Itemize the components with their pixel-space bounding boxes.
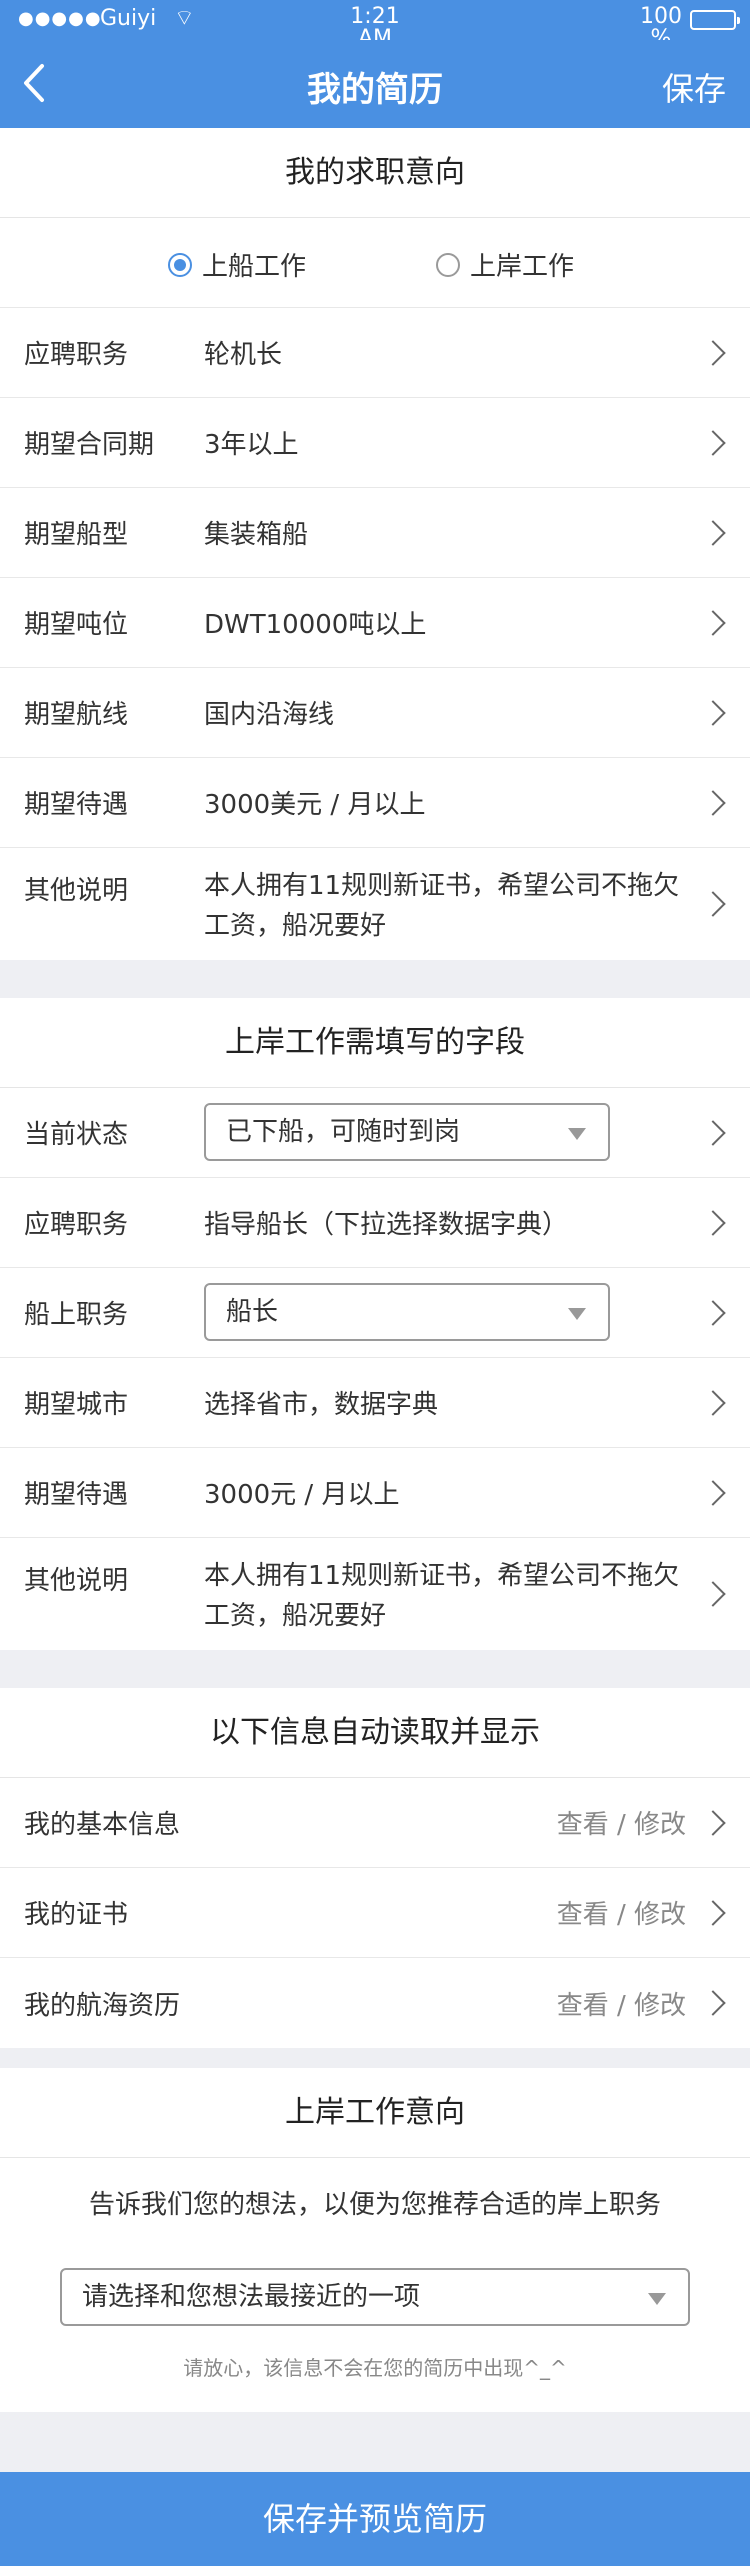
row-basic-info[interactable]: 我的基本信息 查看 / 修改: [0, 1778, 750, 1868]
row-label: 我的航海资历: [24, 1990, 181, 2021]
row-value: 3000元 / 月以上: [204, 1480, 400, 1510]
save-and-preview-button[interactable]: 保存并预览简历: [0, 2472, 750, 2566]
row-label: 当前状态: [24, 1120, 129, 1150]
row-shore-other-notes[interactable]: 其他说明 本人拥有11规则新证书，希望公司不拖欠工资，船况要好: [0, 1538, 750, 1650]
chevron-right-icon: [700, 1990, 726, 2016]
carrier-name: Guiyi: [100, 6, 157, 31]
privacy-note: 请放心，该信息不会在您的简历中出现^_^: [183, 2356, 567, 2380]
radio-checked-icon: [168, 252, 192, 277]
row-value: 本人拥有11规则新证书，希望公司不拖欠工资，船况要好: [204, 871, 680, 941]
select-placeholder: 请选择和您想法最接近的一项: [82, 2282, 421, 2312]
row-value: 本人拥有11规则新证书，希望公司不拖欠工资，船况要好: [204, 1561, 680, 1631]
ship-role-select[interactable]: 船长: [204, 1283, 610, 1341]
select-value: 已下船，可随时到岗: [226, 1117, 461, 1147]
status-bar: ●●●●● Guiyi ⌔ 1:21 AM 100 %: [0, 0, 750, 50]
chevron-right-icon: [700, 1479, 726, 1506]
row-other-notes[interactable]: 其他说明 本人拥有11规则新证书，希望公司不拖欠工资，船况要好: [0, 848, 750, 960]
wifi-icon: ⌔: [174, 6, 195, 31]
row-value: 3年以上: [204, 430, 299, 460]
chevron-right-icon: [700, 891, 726, 917]
row-label: 期望吨位: [24, 610, 129, 640]
work-type-radio-group: 上船工作 上岸工作: [0, 218, 750, 308]
row-ship-role[interactable]: 船上职务 船长: [0, 1268, 750, 1358]
chevron-right-icon: [700, 1389, 726, 1416]
row-salary[interactable]: 期望待遇 3000美元 / 月以上: [0, 758, 750, 848]
row-value: DWT10000吨以上: [204, 610, 427, 640]
row-label: 其他说明: [24, 1566, 129, 1596]
row-shore-salary[interactable]: 期望待遇 3000元 / 月以上: [0, 1448, 750, 1538]
shore-fields-section: 上岸工作需填写的字段 当前状态 已下船，可随时到岗 应聘职务 指导船长（下拉选择…: [0, 998, 750, 1650]
row-certificates[interactable]: 我的证书 查看 / 修改: [0, 1868, 750, 1958]
job-intent-title: 我的求职意向: [0, 128, 750, 218]
row-expected-city[interactable]: 期望城市 选择省市，数据字典: [0, 1358, 750, 1448]
row-current-status[interactable]: 当前状态 已下船，可随时到岗: [0, 1088, 750, 1178]
job-intent-section: 我的求职意向 上船工作 上岸工作 应聘职务 轮机长 期望合同期 3年以上 期望船…: [0, 128, 750, 960]
chevron-right-icon: [700, 1119, 726, 1146]
chevron-right-icon: [700, 1809, 726, 1836]
view-edit-link[interactable]: 查看 / 修改: [557, 1894, 686, 1931]
radio-ship-work[interactable]: 上船工作: [168, 246, 306, 283]
row-sea-experience[interactable]: 我的航海资历 查看 / 修改: [0, 1958, 750, 2048]
shore-fields-title: 上岸工作需填写的字段: [0, 998, 750, 1088]
save-button[interactable]: 保存: [662, 64, 726, 110]
current-status-select[interactable]: 已下船，可随时到岗: [204, 1103, 610, 1161]
row-value: 选择省市，数据字典: [204, 1390, 439, 1420]
row-label: 期望城市: [24, 1390, 129, 1420]
radio-shore-label: 上岸工作: [470, 252, 575, 282]
chevron-right-icon: [700, 1581, 726, 1607]
row-route[interactable]: 期望航线 国内沿海线: [0, 668, 750, 758]
row-contract-period[interactable]: 期望合同期 3年以上: [0, 398, 750, 488]
select-value: 船长: [226, 1297, 279, 1327]
row-label: 应聘职务: [24, 340, 129, 370]
view-edit-link[interactable]: 查看 / 修改: [557, 1985, 686, 2022]
row-tonnage[interactable]: 期望吨位 DWT10000吨以上: [0, 578, 750, 668]
radio-shore-work[interactable]: 上岸工作: [436, 246, 574, 283]
caret-down-icon: [648, 2293, 666, 2305]
caret-down-icon: [568, 1128, 586, 1140]
row-label: 期望合同期: [24, 430, 155, 460]
chevron-right-icon: [700, 1209, 726, 1236]
row-ship-type[interactable]: 期望船型 集装箱船: [0, 488, 750, 578]
shore-intent-title: 上岸工作意向: [0, 2068, 750, 2158]
row-label: 期望船型: [24, 520, 129, 550]
row-label: 我的基本信息: [24, 1810, 181, 1840]
page-title: 我的简历: [307, 70, 443, 110]
shore-intent-select[interactable]: 请选择和您想法最接近的一项: [60, 2268, 690, 2326]
chevron-right-icon: [700, 1299, 726, 1326]
row-label: 其他说明: [24, 876, 129, 906]
signal-icon: ●●●●●: [18, 8, 102, 29]
row-label: 期望待遇: [24, 1480, 129, 1510]
row-label: 期望航线: [24, 700, 129, 730]
chevron-right-icon: [700, 429, 726, 456]
chevron-right-icon: [700, 699, 726, 726]
row-label: 应聘职务: [24, 1210, 129, 1240]
view-edit-link[interactable]: 查看 / 修改: [557, 1804, 686, 1841]
chevron-right-icon: [700, 1899, 726, 1926]
radio-ship-label: 上船工作: [202, 252, 307, 282]
row-shore-position[interactable]: 应聘职务 指导船长（下拉选择数据字典）: [0, 1178, 750, 1268]
battery-icon: [690, 10, 740, 30]
row-value: 3000美元 / 月以上: [204, 790, 426, 820]
nav-bar: 我的简历 保存: [0, 40, 750, 128]
chevron-right-icon: [700, 609, 726, 636]
chevron-right-icon: [700, 519, 726, 546]
row-label: 期望待遇: [24, 790, 129, 820]
row-value: 集装箱船: [204, 520, 309, 550]
caret-down-icon: [568, 1308, 586, 1320]
shore-intent-description: 告诉我们您的想法，以便为您推荐合适的岸上职务: [88, 2190, 661, 2220]
radio-unchecked-icon: [436, 252, 460, 277]
chevron-right-icon: [700, 339, 726, 366]
auto-info-section: 以下信息自动读取并显示 我的基本信息 查看 / 修改 我的证书 查看 / 修改 …: [0, 1688, 750, 2048]
row-label: 我的证书: [24, 1900, 129, 1930]
row-label: 船上职务: [24, 1300, 129, 1330]
row-value: 轮机长: [204, 340, 283, 370]
chevron-right-icon: [700, 789, 726, 816]
row-value: 指导船长（下拉选择数据字典）: [204, 1210, 569, 1240]
row-value: 国内沿海线: [204, 700, 335, 730]
row-position[interactable]: 应聘职务 轮机长: [0, 308, 750, 398]
auto-info-title: 以下信息自动读取并显示: [0, 1688, 750, 1778]
shore-intent-section: 上岸工作意向 告诉我们您的想法，以便为您推荐合适的岸上职务 请选择和您想法最接近…: [0, 2068, 750, 2412]
